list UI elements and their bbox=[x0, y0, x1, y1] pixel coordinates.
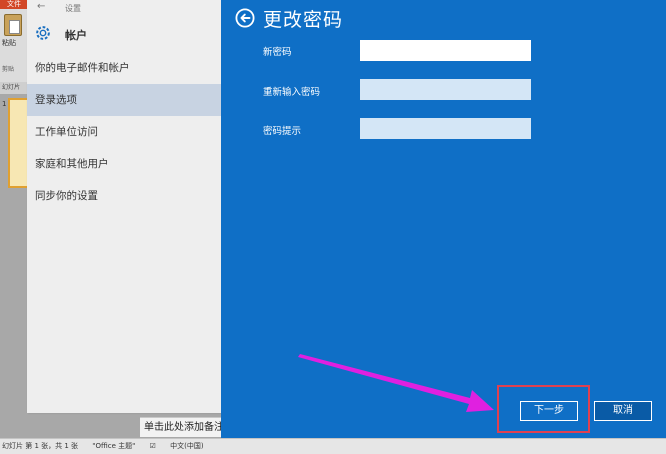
new-password-field[interactable] bbox=[360, 40, 531, 61]
change-password-panel: 更改密码 新密码 重新输入密码 密码提示 下一步 取消 bbox=[221, 0, 666, 438]
nav-item-family-users[interactable]: 家庭和其他用户 bbox=[27, 148, 221, 180]
status-bar: 幻灯片 第 1 张，共 1 张 "Office 主题" ☑ 中文(中国) bbox=[0, 438, 666, 454]
settings-header: 帐户 bbox=[27, 22, 221, 46]
settings-window-title: 设置 bbox=[65, 4, 81, 13]
file-tab[interactable]: 文件 bbox=[0, 0, 28, 9]
back-circle-icon[interactable] bbox=[235, 8, 255, 28]
nav-item-work-access[interactable]: 工作单位访问 bbox=[27, 116, 221, 148]
password-hint-label: 密码提示 bbox=[263, 126, 302, 137]
page-title: 更改密码 bbox=[263, 9, 344, 31]
notes-pane[interactable]: 单击此处添加备注 bbox=[140, 417, 221, 437]
settings-nav: 你的电子邮件和帐户 登录选项 工作单位访问 家庭和其他用户 同步你的设置 bbox=[27, 52, 221, 212]
paste-label: 粘贴 bbox=[2, 39, 16, 47]
slide-number: 1 bbox=[2, 100, 7, 108]
gear-icon bbox=[36, 26, 50, 40]
clipboard-label: 剪贴 bbox=[2, 66, 15, 73]
cancel-button[interactable]: 取消 bbox=[594, 401, 652, 421]
slides-pane-header: 幻灯片 bbox=[0, 82, 30, 94]
paste-icon[interactable] bbox=[4, 14, 22, 36]
highlight-box bbox=[497, 385, 590, 433]
nav-item-sync-settings[interactable]: 同步你的设置 bbox=[27, 180, 221, 212]
spellcheck-icon[interactable]: ☑ bbox=[150, 439, 156, 454]
nav-item-email-accounts[interactable]: 你的电子邮件和帐户 bbox=[27, 52, 221, 84]
reenter-password-label: 重新输入密码 bbox=[263, 87, 321, 98]
status-language[interactable]: 中文(中国) bbox=[170, 439, 203, 454]
reenter-password-field[interactable] bbox=[360, 79, 531, 100]
password-hint-field[interactable] bbox=[360, 118, 531, 139]
new-password-label: 新密码 bbox=[263, 47, 292, 58]
settings-titlebar: ← 设置 bbox=[27, 0, 221, 16]
back-arrow-icon[interactable]: ← bbox=[37, 1, 45, 12]
settings-panel: ← 设置 帐户 你的电子邮件和帐户 登录选项 工作单位访问 家庭和其他用户 同步… bbox=[27, 0, 221, 413]
status-theme: "Office 主题" bbox=[92, 442, 136, 450]
status-slide-info: 幻灯片 第 1 张，共 1 张 bbox=[2, 442, 79, 450]
settings-heading: 帐户 bbox=[65, 29, 87, 42]
nav-item-sign-in-options[interactable]: 登录选项 bbox=[27, 84, 221, 116]
